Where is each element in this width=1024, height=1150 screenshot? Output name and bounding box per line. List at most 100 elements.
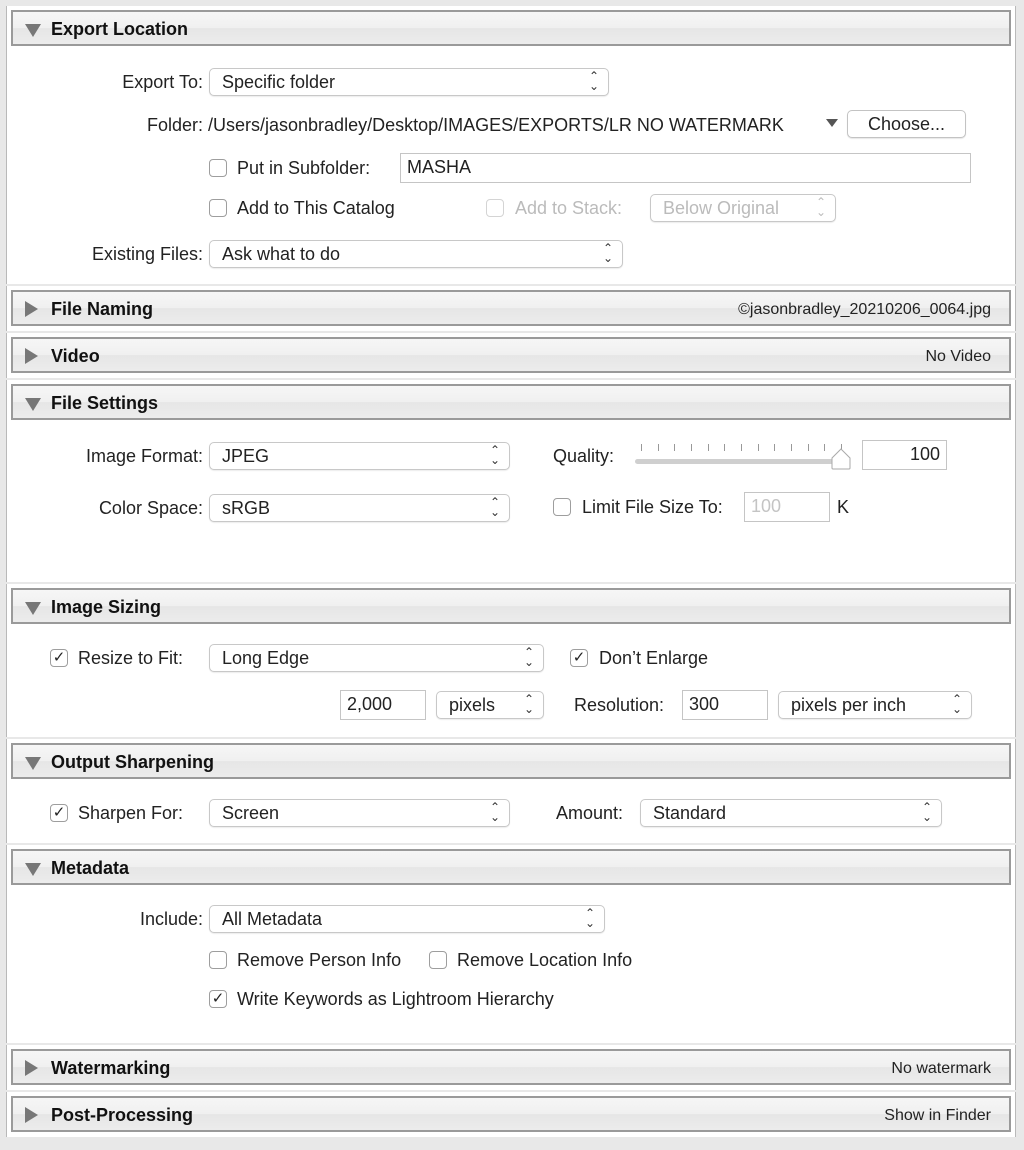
- section-title: File Settings: [51, 393, 159, 413]
- sharpen-for-label: Sharpen For:: [78, 803, 184, 823]
- export-to-select[interactable]: Specific folder ⌃ ⌄: [209, 68, 609, 96]
- section-title: Post-Processing: [51, 1105, 194, 1125]
- folder-history-dropdown-icon[interactable]: [826, 119, 838, 127]
- size-input[interactable]: 2,000: [340, 690, 426, 720]
- amount-label: Amount:: [556, 803, 624, 823]
- section-summary: No Video: [925, 348, 991, 365]
- sharpen-for-checkbox[interactable]: ✓: [50, 804, 68, 822]
- slider-tick: [824, 444, 826, 451]
- section-title: Export Location: [51, 19, 189, 39]
- section-summary: No watermark: [891, 1060, 991, 1077]
- folder-path: /Users/jasonbradley/Desktop/IMAGES/EXPOR…: [208, 115, 784, 135]
- updown-arrows-icon: ⌃ ⌄: [951, 692, 963, 716]
- size-unit-value: pixels: [449, 695, 496, 715]
- remove-location-info-checkbox[interactable]: [429, 951, 447, 969]
- dont-enlarge-label: Don’t Enlarge: [599, 648, 709, 668]
- output-sharpening-panel: Output Sharpening ✓ Sharpen For: Screen …: [6, 739, 1016, 843]
- write-keywords-label: Write Keywords as Lightroom Hierarchy: [237, 989, 554, 1009]
- put-in-subfolder-checkbox[interactable]: [209, 159, 227, 177]
- existing-files-label: Existing Files:: [91, 244, 203, 264]
- color-space-select[interactable]: sRGB ⌃ ⌄: [209, 494, 510, 522]
- slider-tick: [774, 444, 776, 451]
- slider-tick: [674, 444, 676, 451]
- section-title: Output Sharpening: [51, 752, 214, 772]
- watermarking-header[interactable]: Watermarking No watermark: [11, 1049, 1011, 1085]
- updown-arrows-icon: ⌃ ⌄: [815, 195, 827, 219]
- limit-file-size-input[interactable]: 100: [744, 492, 830, 522]
- export-to-value: Specific folder: [222, 72, 336, 92]
- image-format-select[interactable]: JPEG ⌃ ⌄: [209, 442, 510, 470]
- existing-files-value: Ask what to do: [222, 244, 341, 264]
- include-select[interactable]: All Metadata ⌃ ⌄: [209, 905, 605, 933]
- section-title: Watermarking: [51, 1058, 171, 1078]
- section-summary: Show in Finder: [884, 1107, 991, 1124]
- limit-file-size-unit: K: [837, 497, 850, 517]
- add-to-catalog-label: Add to This Catalog: [237, 198, 395, 218]
- disclosure-collapsed-icon: [25, 1107, 38, 1123]
- add-to-stack-label: Add to Stack:: [515, 198, 623, 218]
- updown-arrows-icon: ⌃ ⌄: [523, 692, 535, 716]
- post-processing-header[interactable]: Post-Processing Show in Finder: [11, 1096, 1011, 1132]
- resolution-unit-select[interactable]: pixels per inch ⌃ ⌄: [778, 691, 972, 719]
- resize-mode-select[interactable]: Long Edge ⌃ ⌄: [209, 644, 544, 672]
- sharpen-for-select[interactable]: Screen ⌃ ⌄: [209, 799, 510, 827]
- existing-files-select[interactable]: Ask what to do ⌃ ⌄: [209, 240, 623, 268]
- video-panel: Video No Video: [6, 333, 1016, 378]
- checkmark-icon: ✓: [572, 649, 586, 666]
- slider-tick: [657, 444, 659, 451]
- add-to-catalog-checkbox[interactable]: [209, 199, 227, 217]
- metadata-panel: Metadata Include: All Metadata ⌃ ⌄ Remove…: [6, 845, 1016, 1043]
- file-settings-header[interactable]: File Settings: [11, 384, 1011, 420]
- updown-arrows-icon: ⌃ ⌄: [588, 69, 600, 93]
- limit-file-size-checkbox[interactable]: [553, 498, 571, 516]
- section-title: File Naming: [51, 299, 154, 319]
- checkmark-icon: ✓: [52, 649, 66, 666]
- disclosure-expanded-icon: [25, 398, 41, 411]
- file-settings-panel: File Settings Image Format: JPEG ⌃ ⌄ Qual…: [6, 380, 1016, 582]
- updown-arrows-icon: ⌃ ⌄: [523, 645, 535, 669]
- export-location-panel: Export Location Export To: Specific fold…: [6, 6, 1016, 284]
- dont-enlarge-checkbox[interactable]: ✓: [570, 649, 588, 667]
- slider-track: [635, 459, 845, 464]
- resize-mode-value: Long Edge: [222, 648, 310, 668]
- slider-tick: [707, 444, 709, 451]
- color-space-value: sRGB: [222, 498, 271, 518]
- disclosure-collapsed-icon: [25, 1060, 38, 1076]
- file-naming-header[interactable]: File Naming ©jasonbradley_20210206_0064.…: [11, 290, 1011, 326]
- updown-arrows-icon: ⌃ ⌄: [489, 800, 501, 824]
- quality-input[interactable]: 100: [862, 440, 947, 470]
- slider-tick: [724, 444, 726, 451]
- remove-person-info-label: Remove Person Info: [237, 950, 402, 970]
- quality-slider[interactable]: [635, 440, 855, 470]
- file-naming-panel: File Naming ©jasonbradley_20210206_0064.…: [6, 286, 1016, 331]
- limit-file-size-label: Limit File Size To:: [582, 497, 723, 517]
- resize-to-fit-checkbox[interactable]: ✓: [50, 649, 68, 667]
- image-sizing-header[interactable]: Image Sizing: [11, 588, 1011, 624]
- resolution-input[interactable]: 300: [682, 690, 768, 720]
- updown-arrows-icon: ⌃ ⌄: [584, 906, 596, 930]
- metadata-header[interactable]: Metadata: [11, 849, 1011, 885]
- stack-position-select[interactable]: Below Original ⌃ ⌄: [650, 194, 836, 222]
- choose-folder-button[interactable]: Choose...: [847, 110, 966, 138]
- write-keywords-checkbox[interactable]: ✓: [209, 990, 227, 1008]
- watermarking-panel: Watermarking No watermark: [6, 1045, 1016, 1090]
- slider-tick: [757, 444, 759, 451]
- image-format-value: JPEG: [222, 446, 270, 466]
- quality-label: Quality:: [553, 446, 615, 466]
- updown-arrows-icon: ⌃ ⌄: [489, 495, 501, 519]
- add-to-stack-checkbox[interactable]: [486, 199, 504, 217]
- export-location-header[interactable]: Export Location: [11, 10, 1011, 46]
- image-sizing-panel: Image Sizing ✓ Resize to Fit: Long Edge …: [6, 584, 1016, 737]
- folder-label: Folder:: [146, 115, 203, 135]
- subfolder-input[interactable]: MASHA: [400, 153, 971, 183]
- video-header[interactable]: Video No Video: [11, 337, 1011, 373]
- slider-tick: [807, 444, 809, 451]
- slider-tick: [691, 444, 692, 451]
- size-unit-select[interactable]: pixels ⌃ ⌄: [436, 691, 544, 719]
- remove-person-info-checkbox[interactable]: [209, 951, 227, 969]
- amount-select[interactable]: Standard ⌃ ⌄: [640, 799, 942, 827]
- output-sharpening-header[interactable]: Output Sharpening: [11, 743, 1011, 779]
- slider-thumb[interactable]: [831, 448, 851, 470]
- include-value: All Metadata: [222, 909, 323, 929]
- disclosure-expanded-icon: [25, 602, 41, 615]
